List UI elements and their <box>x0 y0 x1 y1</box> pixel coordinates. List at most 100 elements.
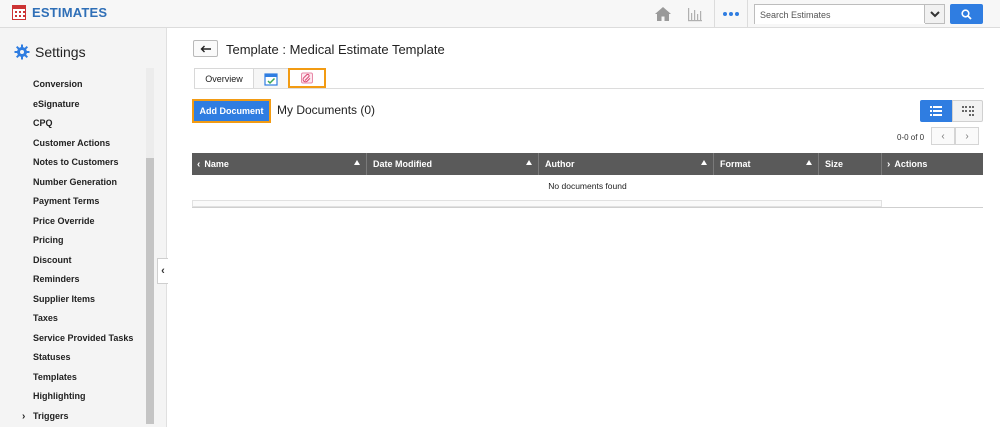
sidebar-scrollbar[interactable] <box>146 68 154 424</box>
sidebar-item-label: Supplier Items <box>33 293 96 304</box>
grid-view-icon <box>961 106 974 116</box>
add-document-button[interactable]: Add Document <box>192 99 271 123</box>
sidebar-item-label: CPQ <box>33 118 53 128</box>
app-title: ESTIMATES <box>32 5 108 20</box>
more-dots-icon[interactable] <box>716 0 746 28</box>
sidebar-item-supplier-items[interactable]: Supplier Items <box>0 290 150 310</box>
empty-state-message: No documents found <box>548 181 627 191</box>
tab-label: Overview <box>205 73 243 84</box>
back-button[interactable] <box>193 40 218 57</box>
sidebar-item-taxes[interactable]: Taxes <box>0 309 150 329</box>
documents-table-body: No documents found <box>192 175 983 208</box>
sidebar-item-pricing[interactable]: Pricing <box>0 231 150 251</box>
search-filter-dropdown[interactable] <box>924 5 944 23</box>
divider <box>747 0 748 28</box>
column-header-size[interactable]: Size <box>819 153 882 175</box>
sidebar-item-label: Price Override <box>33 215 95 226</box>
previous-page-button[interactable]: ‹ <box>931 127 955 145</box>
sidebar-item-esignature[interactable]: eSignature <box>0 95 150 115</box>
list-view-icon <box>930 106 942 116</box>
sidebar-item-label: Service Provided Tasks <box>33 332 134 343</box>
sort-asc-icon[interactable] <box>701 160 707 165</box>
horizontal-scrollbar[interactable] <box>192 200 882 207</box>
sidebar-item-templates[interactable]: Templates <box>0 368 150 388</box>
sidebar-item-reminders[interactable]: Reminders <box>0 270 150 290</box>
documents-table-header: ‹ Name Date Modified Author Format Size … <box>192 153 983 175</box>
sort-asc-icon[interactable] <box>526 160 532 165</box>
tab-divider <box>194 88 984 89</box>
chevron-down-icon <box>929 10 940 17</box>
sidebar-item-statuses[interactable]: Statuses <box>0 348 150 368</box>
sidebar-item-conversion[interactable]: Conversion <box>0 75 150 95</box>
sidebar-item-label: Triggers <box>33 410 69 421</box>
column-header-date-modified[interactable]: Date Modified <box>367 153 539 175</box>
chart-icon[interactable] <box>686 5 704 23</box>
sidebar-item-customer-actions[interactable]: Customer Actions <box>0 134 150 154</box>
sidebar-item-label: Customer Actions <box>33 137 111 148</box>
calendar-check-icon <box>264 72 278 86</box>
sidebar-item-triggers[interactable]: › Triggers <box>0 407 150 427</box>
home-icon[interactable] <box>654 5 672 23</box>
settings-menu: Conversion eSignature CPQ Customer Actio… <box>0 75 150 426</box>
attachment-icon <box>301 72 313 84</box>
calculator-icon <box>12 5 26 20</box>
gear-icon <box>14 44 30 60</box>
sidebar-item-label: Pricing <box>33 235 64 245</box>
sidebar: Settings Conversion eSignature CPQ Custo… <box>0 28 167 427</box>
sidebar-item-discount[interactable]: Discount <box>0 251 150 271</box>
sidebar-item-label: Number Generation <box>33 176 118 187</box>
collapse-sidebar-button[interactable]: ‹ <box>157 258 168 284</box>
search-icon <box>961 8 972 20</box>
sidebar-item-label: Statuses <box>33 352 71 362</box>
column-label: Name <box>204 159 229 169</box>
column-label: Author <box>545 159 575 169</box>
settings-title: Settings <box>35 44 86 60</box>
chevron-right-icon: › <box>965 130 969 142</box>
column-header-name[interactable]: ‹ Name <box>192 153 367 175</box>
chevron-right-icon: › <box>22 410 26 422</box>
grid-view-button[interactable] <box>952 100 983 122</box>
chevron-left-icon: ‹ <box>941 130 945 142</box>
sidebar-item-label: Conversion <box>33 79 83 89</box>
sidebar-item-number-generation[interactable]: Number Generation <box>0 173 150 193</box>
top-bar: ESTIMATES <box>0 0 1000 28</box>
search-box <box>754 4 945 24</box>
next-page-button[interactable]: › <box>955 127 979 145</box>
pagination-count: 0-0 of 0 <box>897 133 925 142</box>
sort-asc-icon[interactable] <box>354 160 360 165</box>
back-arrow-icon <box>200 45 211 52</box>
sidebar-item-label: Payment Terms <box>33 196 100 206</box>
tab-overview[interactable]: Overview <box>194 68 254 88</box>
column-label: Format <box>720 159 751 169</box>
tab-calendar[interactable] <box>253 68 289 88</box>
sort-asc-icon[interactable] <box>806 160 812 165</box>
search-button[interactable] <box>950 4 983 24</box>
tab-attachments[interactable] <box>288 68 326 88</box>
sidebar-item-service-provided-tasks[interactable]: Service Provided Tasks <box>0 329 150 349</box>
sidebar-item-label: Notes to Customers <box>33 157 119 167</box>
column-header-format[interactable]: Format <box>714 153 819 175</box>
column-header-author[interactable]: Author <box>539 153 714 175</box>
sidebar-item-cpq[interactable]: CPQ <box>0 114 150 134</box>
tab-bar: Overview <box>194 68 326 88</box>
sidebar-item-label: Taxes <box>33 313 58 323</box>
sidebar-item-label: Highlighting <box>33 391 86 401</box>
column-label: Actions <box>894 159 928 169</box>
sidebar-item-label: Reminders <box>33 274 80 284</box>
sidebar-item-payment-terms[interactable]: Payment Terms <box>0 192 150 212</box>
list-view-button[interactable] <box>920 100 952 122</box>
section-title: My Documents (0) <box>277 103 376 117</box>
app-brand[interactable]: ESTIMATES <box>12 5 107 20</box>
column-header-actions[interactable]: › Actions <box>882 153 983 175</box>
scrollbar-thumb[interactable] <box>146 158 154 424</box>
sidebar-item-highlighting[interactable]: Highlighting <box>0 387 150 407</box>
divider <box>714 0 715 28</box>
sidebar-item-price-override[interactable]: Price Override <box>0 212 150 232</box>
column-label: Date Modified <box>373 159 433 169</box>
sidebar-item-notes-to-customers[interactable]: Notes to Customers <box>0 153 150 173</box>
settings-header: Settings <box>14 44 86 60</box>
sidebar-item-label: Templates <box>33 371 77 382</box>
chevron-left-icon: ‹ <box>161 265 165 277</box>
sidebar-item-label: eSignature <box>33 98 80 109</box>
search-input[interactable] <box>755 6 925 24</box>
